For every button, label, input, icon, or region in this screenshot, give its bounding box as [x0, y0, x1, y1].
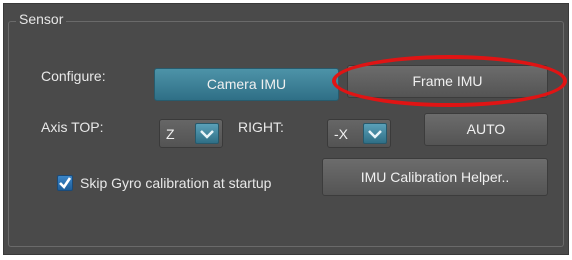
chevron-down-icon[interactable] [195, 123, 219, 144]
axis-right-value: -X [334, 125, 348, 142]
skip-gyro-checkbox[interactable] [57, 175, 73, 191]
axis-right-label: RIGHT: [238, 119, 284, 135]
auto-button[interactable]: AUTO [424, 113, 548, 146]
axis-top-label: Axis TOP: [41, 119, 104, 135]
frame-imu-button[interactable]: Frame IMU [347, 65, 548, 98]
axis-right-select[interactable]: -X [327, 119, 391, 148]
axis-top-value: Z [166, 125, 175, 142]
camera-imu-button[interactable]: Camera IMU [154, 68, 339, 101]
chevron-down-icon[interactable] [363, 123, 387, 144]
configure-label: Configure: [41, 68, 106, 84]
imu-calibration-helper-button[interactable]: IMU Calibration Helper.. [322, 158, 548, 196]
axis-top-select[interactable]: Z [159, 119, 223, 148]
group-title: Sensor [16, 11, 67, 27]
skip-gyro-label[interactable]: Skip Gyro calibration at startup [80, 175, 271, 191]
sensor-panel: Sensor Configure: Camera IMU Frame IMU A… [3, 3, 569, 255]
